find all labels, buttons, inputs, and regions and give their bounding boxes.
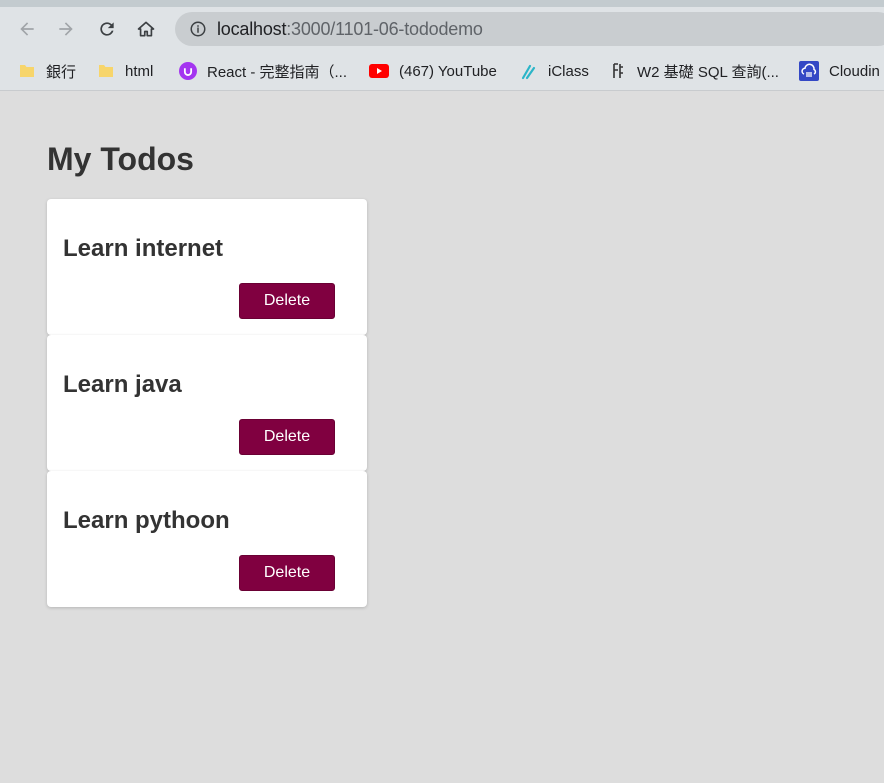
- bookmark-html[interactable]: html: [97, 60, 153, 82]
- bookmark-label: Cloudin: [829, 62, 880, 80]
- todo-card: Learn internet Delete: [47, 199, 367, 335]
- delete-button[interactable]: Delete: [239, 283, 335, 319]
- back-button[interactable]: [15, 17, 39, 41]
- forward-arrow-icon: [59, 22, 73, 36]
- address-bar[interactable]: localhost:3000/1101-06-tododemo: [175, 12, 884, 46]
- iclass-icon: [520, 62, 538, 80]
- bookmarks-bar: 銀行 html React - 完整指南（... (467) YouTube i…: [0, 51, 884, 91]
- bookmark-label: 銀行: [46, 63, 77, 81]
- todo-card: Learn pythoon Delete: [47, 471, 367, 607]
- youtube-icon: [369, 62, 389, 80]
- cloudinary-icon: [799, 61, 819, 81]
- bookmark-sql-course[interactable]: W2 基礎 SQL 查詢(...: [609, 60, 779, 82]
- url-host: localhost: [217, 18, 287, 39]
- bookmark-cloudinary[interactable]: Cloudin: [799, 60, 880, 82]
- bookmark-iclass[interactable]: iClass: [520, 60, 589, 82]
- bookmark-react-guide[interactable]: React - 完整指南（...: [179, 60, 347, 82]
- bookmark-label: W2 基礎 SQL 查詢(...: [637, 63, 779, 81]
- delete-button[interactable]: Delete: [239, 419, 335, 455]
- bookmark-label: React - 完整指南（...: [207, 63, 348, 81]
- page-title: My Todos: [47, 141, 194, 177]
- todo-text: Learn internet: [63, 235, 224, 262]
- todo-card: Learn java Delete: [47, 335, 367, 471]
- udemy-icon: [179, 62, 197, 80]
- reload-button[interactable]: [95, 17, 119, 41]
- browser-top-strip: [0, 0, 884, 7]
- site-info-icon[interactable]: [188, 19, 208, 39]
- url-text[interactable]: localhost:3000/1101-06-tododemo: [217, 19, 483, 40]
- reload-icon: [100, 22, 114, 36]
- folder-icon: [97, 62, 115, 80]
- sql-icon: [609, 62, 627, 80]
- browser-toolbar: localhost:3000/1101-06-tododemo: [0, 7, 884, 51]
- back-arrow-icon: [20, 22, 34, 36]
- home-icon: [137, 21, 155, 37]
- todo-text: Learn java: [63, 371, 182, 398]
- url-path: :3000/1101-06-tododemo: [286, 18, 483, 39]
- home-button[interactable]: [134, 17, 158, 41]
- bookmark-bank[interactable]: 銀行: [18, 60, 76, 82]
- forward-button[interactable]: [54, 17, 78, 41]
- bookmark-label: (467) YouTube: [399, 62, 497, 80]
- folder-icon: [18, 62, 36, 80]
- bookmark-label: html: [125, 62, 154, 80]
- bookmark-label: iClass: [548, 62, 589, 80]
- todo-text: Learn pythoon: [63, 507, 230, 534]
- delete-button[interactable]: Delete: [239, 555, 335, 591]
- bookmark-youtube[interactable]: (467) YouTube: [369, 60, 497, 82]
